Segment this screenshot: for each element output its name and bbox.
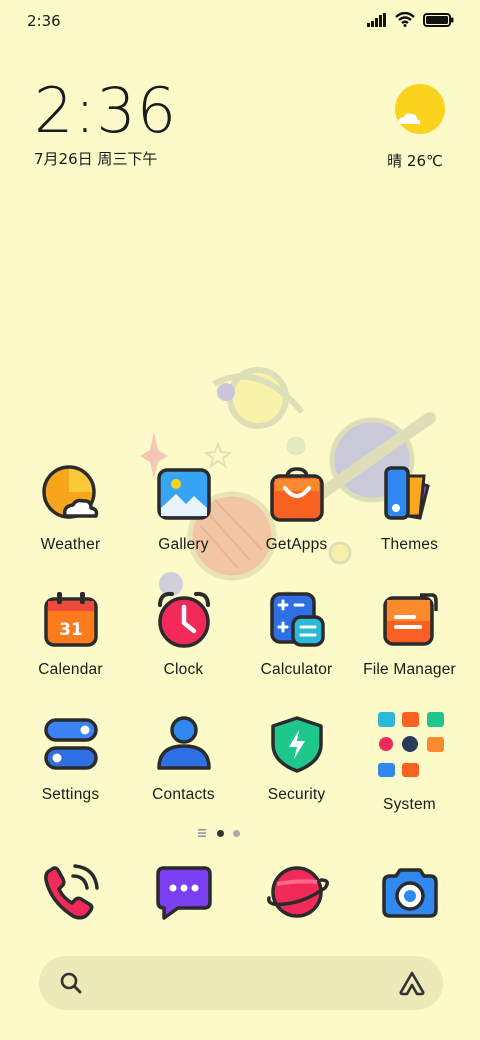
dock-messages[interactable] xyxy=(127,862,240,922)
status-time: 2:36 xyxy=(27,12,61,30)
app-weather[interactable]: Weather xyxy=(14,464,127,589)
app-label: File Manager xyxy=(363,661,456,678)
app-calendar[interactable]: 31 Calendar xyxy=(14,589,127,714)
app-system-folder[interactable]: System xyxy=(353,712,466,839)
status-icons xyxy=(367,12,454,27)
shield-icon xyxy=(270,716,323,773)
app-grid: Weather Gallery GetApps Themes 31 Calend… xyxy=(14,464,466,839)
page-indicator[interactable] xyxy=(198,829,240,837)
system-folder-icon xyxy=(377,712,444,777)
weather-app-icon xyxy=(41,465,98,519)
app-label: Themes xyxy=(380,536,439,553)
camera-icon xyxy=(381,868,438,918)
calendar-app-icon: 31 xyxy=(43,592,98,647)
messages-icon xyxy=(155,866,212,920)
app-label: Gallery xyxy=(158,536,209,553)
phone-icon xyxy=(43,864,99,920)
app-gallery[interactable]: Gallery xyxy=(127,464,240,589)
app-label: Calendar xyxy=(38,661,103,678)
app-label: GetApps xyxy=(265,536,328,553)
status-bar: 2:36 xyxy=(0,0,480,44)
toggle-switches-icon xyxy=(43,718,98,770)
app-label: System xyxy=(383,796,436,813)
app-security[interactable]: Security xyxy=(240,714,353,839)
signal-icon xyxy=(367,12,386,27)
clock-widget-time: 2:36 xyxy=(34,74,178,147)
page-dot xyxy=(233,829,240,837)
clock-widget-date: 7月26日 周三下午 xyxy=(34,150,158,168)
app-getapps[interactable]: GetApps xyxy=(240,464,353,589)
palette-icon xyxy=(383,466,430,520)
search-icon xyxy=(60,972,82,994)
weather-widget[interactable]: 晴 26℃ xyxy=(387,84,446,171)
calculator-app-icon xyxy=(269,592,325,647)
contact-person-icon xyxy=(156,716,211,770)
app-label: Clock xyxy=(163,661,204,678)
app-calculator[interactable]: Calculator xyxy=(240,589,353,714)
app-label: Security xyxy=(267,786,326,803)
dock xyxy=(14,862,466,922)
dock-camera[interactable] xyxy=(353,862,466,922)
app-clock[interactable]: Clock xyxy=(127,589,240,714)
clock-widget[interactable]: 2:36 7月26日 周三下午 xyxy=(34,76,177,169)
shopping-bag-icon xyxy=(269,467,324,522)
app-label: Weather xyxy=(40,536,101,553)
sun-cloud-icon xyxy=(395,84,445,134)
app-contacts[interactable]: Contacts xyxy=(127,714,240,839)
app-drawer-lines-icon xyxy=(198,829,206,837)
alarm-clock-icon xyxy=(157,591,210,648)
browser-planet-icon xyxy=(266,866,329,918)
page-dot-active xyxy=(217,829,224,837)
wifi-icon xyxy=(395,12,415,27)
weather-text: 晴 26℃ xyxy=(387,152,443,170)
app-settings[interactable]: Settings xyxy=(14,714,127,839)
calendar-day: 31 xyxy=(59,620,83,640)
dock-browser[interactable] xyxy=(240,862,353,922)
app-file-manager[interactable]: File Manager xyxy=(353,589,466,714)
app-themes[interactable]: Themes xyxy=(353,464,466,589)
app-label: Calculator xyxy=(260,661,333,678)
battery-icon xyxy=(423,12,454,27)
dock-phone[interactable] xyxy=(14,862,127,922)
app-label: Contacts xyxy=(152,786,215,803)
app-label: Settings xyxy=(41,786,100,803)
search-bar[interactable] xyxy=(39,956,443,1010)
voice-assistant-icon[interactable] xyxy=(398,970,426,996)
folder-icon xyxy=(382,593,438,646)
gallery-app-icon xyxy=(156,468,211,520)
